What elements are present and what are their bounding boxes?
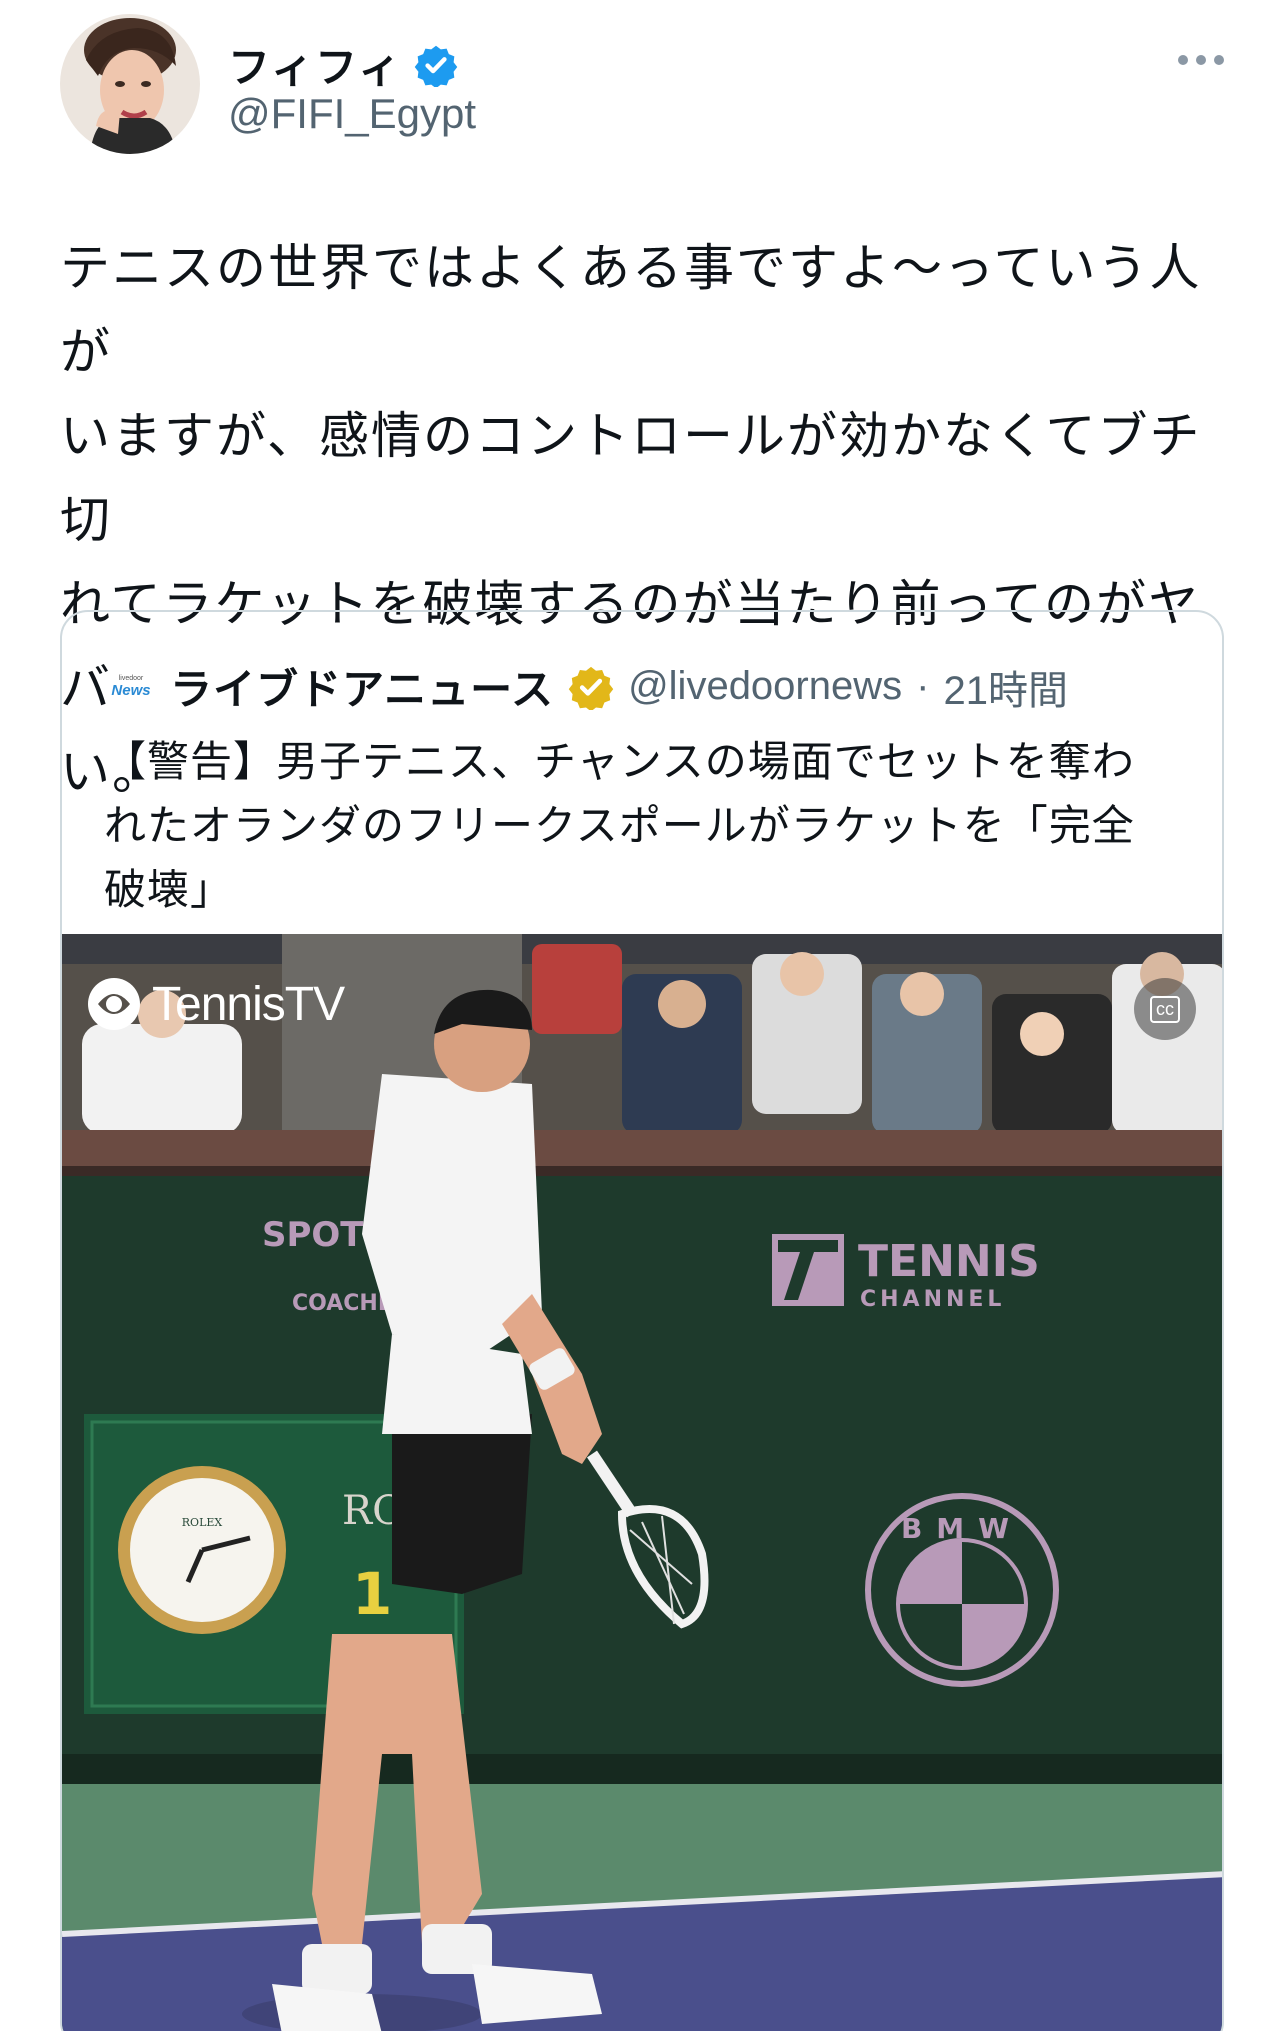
livedoor-news-logo[interactable]: livedoor News [106, 667, 156, 707]
avatar[interactable] [60, 14, 200, 154]
logo-top-text: livedoor [118, 674, 144, 682]
video-frame: ROLEX RO 1 SPOTLIG C COACHE TENNIS CHANN… [62, 934, 1222, 2031]
logo-bottom-text: News [111, 681, 151, 699]
display-name[interactable]: フィフィ [228, 34, 402, 95]
scoreboard-digit: 1 [352, 1560, 392, 1628]
gold-verified-badge-icon [568, 666, 614, 710]
quoted-tweet-header: livedoor News ライブドアニュース @livedoornews · … [106, 656, 1068, 717]
tennis-channel-text-2: CHANNEL [860, 1287, 1005, 1312]
user-handle[interactable]: @FIFI_Egypt [228, 90, 476, 138]
tweet-line: テニスの世界ではよくある事ですよ〜っていう人が [60, 239, 1202, 381]
tennistv-watermark: TennisTV [84, 974, 345, 1034]
tennistv-logo-icon [88, 978, 140, 1030]
cc-icon: cc [1150, 995, 1180, 1023]
tennis-channel-text-1: TENNIS [858, 1236, 1040, 1287]
clock-brand: ROLEX [182, 1516, 223, 1529]
tweet-line: いますが、感情のコントロールが効かなくてブチ切 [60, 407, 1202, 549]
quoted-line: 【警告】男子テニス、チャンスの場面でセットを奪わ [104, 737, 1135, 786]
quoted-display-name[interactable]: ライブドアニュース [170, 656, 554, 717]
separator-dot: · [916, 664, 930, 708]
bmw-text: BMW [901, 1512, 1023, 1545]
quoted-line: 破壊」 [104, 865, 234, 914]
quoted-tweet-card[interactable]: livedoor News ライブドアニュース @livedoornews · … [60, 610, 1224, 2031]
tennistv-text: TennisTV [152, 977, 345, 1031]
tweet-header: フィフィ @FIFI_Egypt [60, 14, 1224, 154]
quoted-timestamp[interactable]: 21時間 [943, 658, 1068, 716]
quoted-handle[interactable]: @livedoornews [628, 664, 902, 709]
video-player[interactable]: ROLEX RO 1 SPOTLIG C COACHE TENNIS CHANN… [62, 934, 1222, 2031]
more-horizontal-icon[interactable] [1178, 50, 1224, 70]
verified-badge-icon [415, 45, 458, 87]
avatar-image [60, 14, 200, 154]
quoted-line: れたオランダのフリークスポールがラケットを「完全 [104, 801, 1135, 850]
sponsor-left-3: COACHE [292, 1291, 393, 1316]
closed-captions-button[interactable]: cc [1134, 978, 1196, 1040]
quoted-tweet-text: 【警告】男子テニス、チャンスの場面でセットを奪わ れたオランダのフリークスポール… [104, 730, 1204, 922]
